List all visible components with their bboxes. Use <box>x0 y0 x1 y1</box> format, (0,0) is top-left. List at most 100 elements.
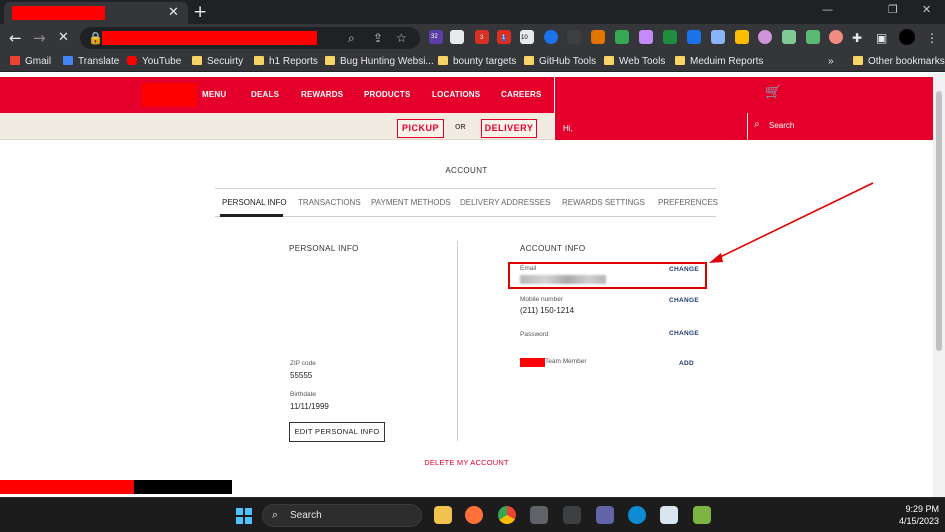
redacted-status-text <box>0 480 134 494</box>
account-tabs: PERSONAL INFO TRANSACTIONS PAYMENT METHO… <box>215 188 718 217</box>
cart-area: 🛒 <box>748 77 933 113</box>
delivery-button[interactable]: DELIVERY <box>481 119 537 138</box>
os-taskbar: ⌕ Search 9:29 PM 4/15/2023 <box>0 497 945 532</box>
extension-icon[interactable] <box>687 30 701 44</box>
address-bar[interactable]: 🔒 ⌕ ⇪ ☆ <box>80 27 420 49</box>
extension-icon[interactable] <box>567 30 581 44</box>
nav-careers[interactable]: CAREERS <box>501 90 542 99</box>
tab-rewards-settings[interactable]: REWARDS SETTINGS <box>562 198 645 207</box>
bookmark-folder[interactable]: Bug Hunting Websi... <box>325 55 434 68</box>
other-bookmarks[interactable]: Other bookmarks <box>853 55 945 68</box>
nav-products[interactable]: PRODUCTS <box>364 90 411 99</box>
delete-account-link[interactable]: DELETE MY ACCOUNT <box>400 458 533 467</box>
extension-icon[interactable] <box>758 30 772 44</box>
bookmark-folder[interactable]: h1 Reports <box>254 55 318 68</box>
back-icon[interactable]: ← <box>9 29 22 47</box>
bookmark-item[interactable]: Gmail <box>10 55 51 68</box>
close-tab-icon[interactable]: ✕ <box>168 5 179 21</box>
sublime-icon[interactable] <box>693 506 711 524</box>
site-search[interactable]: ⌕ Search <box>748 113 933 140</box>
extension-icon[interactable] <box>782 30 796 44</box>
edit-personal-info-button[interactable]: EDIT PERSONAL INFO <box>289 422 385 442</box>
personal-info-heading: PERSONAL INFO <box>289 244 359 253</box>
extension-icon[interactable] <box>735 30 749 44</box>
extension-icon[interactable]: 32 <box>429 30 443 44</box>
add-team-member-link[interactable]: ADD <box>679 360 694 367</box>
restore-icon[interactable]: ❐ <box>888 3 898 16</box>
tab-personal-info[interactable]: PERSONAL INFO <box>222 198 287 207</box>
minimize-icon[interactable]: — <box>822 3 833 16</box>
side-panel-icon[interactable]: ▣ <box>876 29 887 47</box>
windows-start-icon[interactable] <box>236 508 252 524</box>
new-tab-icon[interactable]: + <box>193 2 207 22</box>
bookmark-star-icon[interactable]: ☆ <box>396 30 407 46</box>
birthdate-label: Birthdate <box>290 391 317 398</box>
mobile-value: (211) 150-1214 <box>520 306 575 315</box>
search-label: Search <box>769 121 795 130</box>
menu-kebab-icon[interactable]: ⋮ <box>926 29 938 47</box>
change-password-link[interactable]: CHANGE <box>669 330 699 337</box>
share-icon[interactable]: ⇪ <box>373 30 383 46</box>
extension-icon[interactable] <box>711 30 725 44</box>
bookmark-folder[interactable]: GitHub Tools <box>524 55 596 68</box>
clock-date: 4/15/2023 <box>898 516 939 526</box>
file-explorer-icon[interactable] <box>434 506 452 524</box>
scrollbar-thumb[interactable] <box>936 91 942 351</box>
profile-avatar[interactable] <box>899 29 915 45</box>
extension-icon[interactable] <box>639 30 653 44</box>
change-mobile-link[interactable]: CHANGE <box>669 297 699 304</box>
forward-icon[interactable]: → <box>33 29 46 47</box>
extension-icon[interactable] <box>615 30 629 44</box>
extension-icon[interactable]: 1 <box>497 30 511 44</box>
zip-value: 55555 <box>290 371 313 380</box>
edge-icon[interactable] <box>628 506 646 524</box>
nav-locations[interactable]: LOCATIONS <box>432 90 480 99</box>
notepad-icon[interactable] <box>660 506 678 524</box>
page-scrollbar[interactable] <box>933 73 945 497</box>
tab-transactions[interactable]: TRANSACTIONS <box>298 198 361 207</box>
close-window-icon[interactable]: ✕ <box>922 3 931 16</box>
clock-time: 9:29 PM <box>905 504 939 514</box>
extensions-puzzle-icon[interactable]: ✚ <box>852 29 862 47</box>
extension-icon[interactable] <box>663 30 677 44</box>
bookmark-folder[interactable]: Web Tools <box>604 55 665 68</box>
bookmark-folder[interactable]: Secuirty <box>192 55 243 68</box>
search-icon[interactable]: ⌕ <box>348 30 355 46</box>
extension-icon[interactable]: 10 <box>520 30 534 44</box>
bookmark-item[interactable]: YouTube <box>127 55 181 68</box>
firefox-icon[interactable] <box>465 506 483 524</box>
bookmark-folder[interactable]: Meduim Reports <box>675 55 763 68</box>
nav-deals[interactable]: DEALS <box>251 90 279 99</box>
nav-menu[interactable]: MENU <box>202 90 226 99</box>
extension-icon[interactable] <box>450 30 464 44</box>
tab-payment-methods[interactable]: PAYMENT METHODS <box>371 198 451 207</box>
shopping-cart-icon[interactable]: 🛒 <box>765 85 781 100</box>
extension-icon[interactable] <box>544 30 558 44</box>
chrome-icon[interactable] <box>498 506 516 524</box>
stop-loading-icon[interactable]: ✕ <box>58 29 69 47</box>
account-info-heading: ACCOUNT INFO <box>520 244 586 253</box>
virtualbox-icon[interactable] <box>530 506 548 524</box>
extension-icon[interactable] <box>591 30 605 44</box>
team-member-label: Team Member <box>545 358 587 365</box>
terminal-icon[interactable] <box>563 506 581 524</box>
browser-tab-active[interactable]: ✕ <box>4 2 188 24</box>
tab-delivery-addresses[interactable]: DELIVERY ADDRESSES <box>460 198 550 207</box>
teams-icon[interactable] <box>596 506 614 524</box>
birthdate-value: 11/11/1999 <box>290 402 329 411</box>
account-menu-panel[interactable]: Hi, <box>554 77 747 140</box>
bookmark-item[interactable]: Translate <box>63 55 119 68</box>
tab-preferences[interactable]: PREFERENCES <box>658 198 718 207</box>
pickup-button[interactable]: PICKUP <box>397 119 444 138</box>
bookmarks-overflow-icon[interactable]: » <box>828 55 834 68</box>
taskbar-search[interactable]: ⌕ Search <box>262 504 422 527</box>
lock-icon: 🔒 <box>88 31 103 45</box>
bookmark-folder[interactable]: bounty targets <box>438 55 516 68</box>
extension-icon[interactable] <box>829 30 843 44</box>
search-icon: ⌕ <box>754 119 760 130</box>
extension-icon[interactable] <box>806 30 820 44</box>
system-clock[interactable]: 9:29 PM 4/15/2023 <box>883 503 939 527</box>
extension-icon[interactable]: 3 <box>475 30 489 44</box>
nav-rewards[interactable]: REWARDS <box>301 90 343 99</box>
redacted-url <box>102 31 317 45</box>
